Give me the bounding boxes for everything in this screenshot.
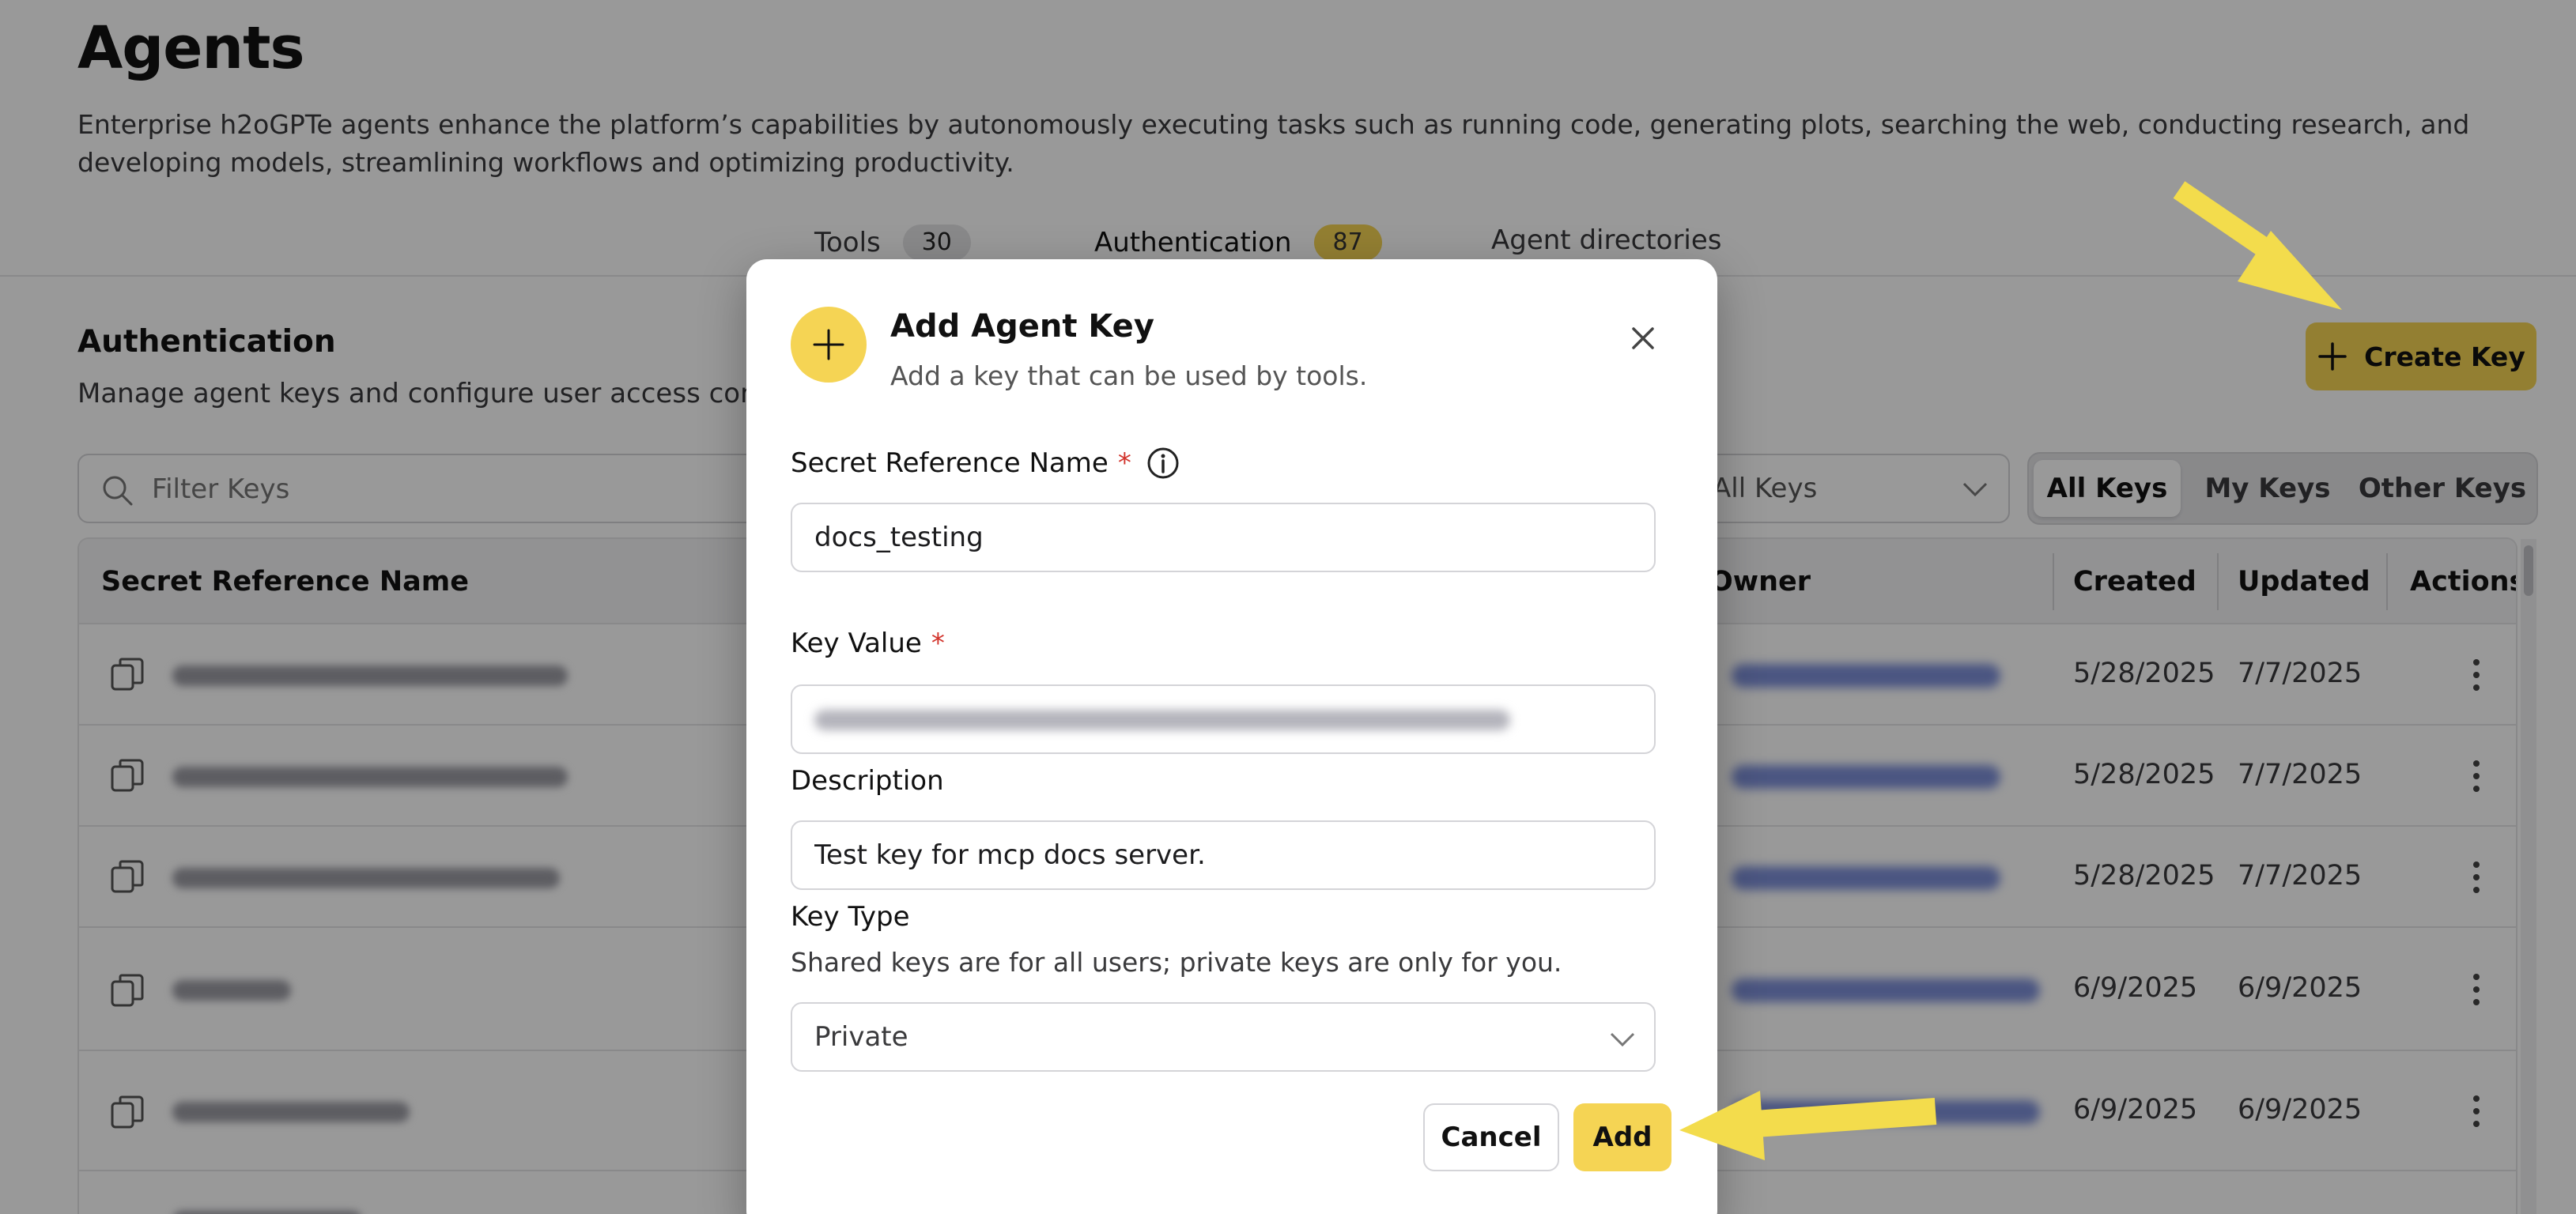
secret-reference-name-label-text: Secret Reference Name	[791, 447, 1109, 479]
close-button[interactable]	[1624, 319, 1662, 357]
required-mark: *	[931, 628, 945, 659]
key-type-label-text: Key Type	[791, 901, 910, 933]
masked-key-value	[814, 710, 1510, 730]
plus-icon	[813, 329, 844, 360]
dialog-subtitle: Add a key that can be used by tools.	[890, 360, 1368, 391]
info-icon[interactable]	[1146, 446, 1180, 481]
description-label: Description	[791, 765, 944, 797]
secret-reference-name-label: Secret Reference Name *	[791, 446, 1180, 481]
add-agent-key-dialog: Add Agent Key Add a key that can be used…	[746, 259, 1717, 1214]
key-value-label: Key Value *	[791, 628, 945, 659]
key-value-label-text: Key Value	[791, 628, 922, 659]
required-mark: *	[1117, 447, 1131, 479]
secret-reference-name-input[interactable]	[791, 503, 1656, 572]
add-button[interactable]: Add	[1573, 1103, 1671, 1171]
dialog-title: Add Agent Key	[890, 308, 1154, 345]
key-type-label: Key Type	[791, 901, 910, 933]
cancel-button[interactable]: Cancel	[1423, 1103, 1559, 1171]
key-value-input[interactable]	[791, 684, 1656, 754]
key-type-helper: Shared keys are for all users; private k…	[791, 947, 1562, 978]
description-label-text: Description	[791, 765, 944, 797]
description-input[interactable]	[791, 820, 1656, 890]
add-key-badge	[791, 307, 867, 383]
key-type-value: Private	[814, 1021, 908, 1053]
close-icon	[1632, 327, 1654, 349]
chevron-down-icon	[1610, 1032, 1635, 1047]
key-type-select[interactable]: Private	[791, 1002, 1656, 1072]
